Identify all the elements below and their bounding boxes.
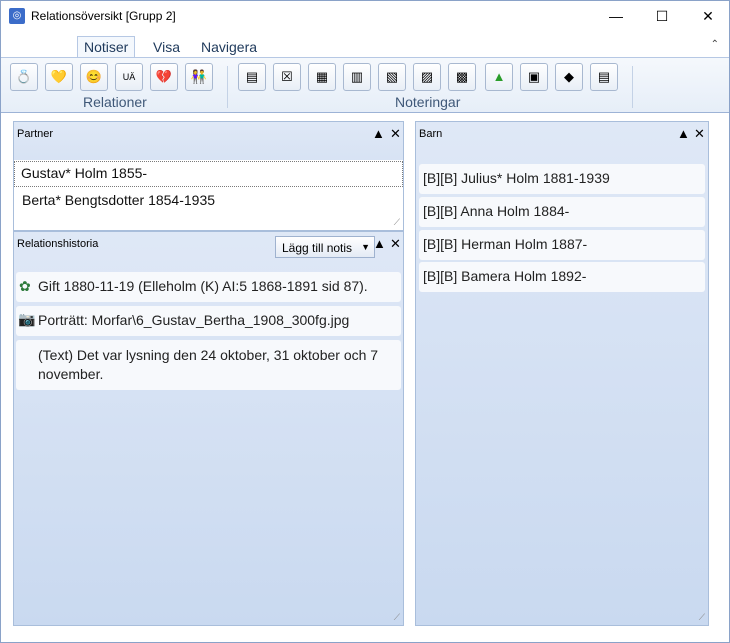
tab-navigera[interactable]: Navigera — [195, 37, 263, 57]
partner-row[interactable]: Berta* Bengtsdotter 1854-1935 — [16, 189, 405, 211]
close-pane-icon[interactable]: ✕ — [694, 126, 705, 142]
warning-icon[interactable]: ▲ — [485, 63, 513, 91]
marriage-icon: ✿ — [19, 278, 31, 294]
broken-heart-icon[interactable]: 💔 — [150, 63, 178, 91]
history-entry-text-note[interactable]: (Text) Det var lysning den 24 oktober, 3… — [16, 340, 401, 390]
child-row[interactable]: [B][B] Julius* Holm 1881-1939 — [419, 164, 705, 194]
ribbon-collapse-icon[interactable]: ⌃ — [711, 39, 719, 50]
close-pane-icon[interactable]: ✕ — [390, 126, 401, 142]
window-title: Relationsöversikt [Grupp 2] — [31, 9, 176, 23]
add-note-button[interactable]: Lägg till notis ▼ — [275, 236, 375, 258]
couple-icon[interactable]: 👫 — [185, 63, 213, 91]
note-lines-icon[interactable]: ▥ — [343, 63, 371, 91]
note-picture-icon[interactable]: ▨ — [413, 63, 441, 91]
history-entry-photo[interactable]: 📷 Porträtt: Morfar\6_Gustav_Bertha_1908_… — [16, 306, 401, 336]
dropdown-icon: ▼ — [361, 242, 370, 252]
child-row[interactable]: [B][B] Anna Holm 1884- — [419, 197, 705, 227]
group-noteringar-label: Noteringar — [395, 94, 461, 110]
child-row[interactable]: [B][B] Herman Holm 1887- — [419, 230, 705, 260]
ribbon-separator — [632, 66, 633, 108]
collapse-up-icon[interactable]: ▲ — [677, 126, 690, 141]
history-entry-text: Porträtt: Morfar\6_Gustav_Bertha_1908_30… — [38, 312, 350, 328]
partner-list: Gustav* Holm 1855- Berta* Bengtsdotter 1… — [14, 160, 403, 230]
close-button[interactable]: ✕ — [685, 1, 730, 31]
tab-notiser[interactable]: Notiser — [77, 36, 136, 58]
partner-pane: Partner ▲ ✕ Gustav* Holm 1855- Berta* Be… — [13, 121, 404, 231]
add-note-label: Lägg till notis — [282, 241, 353, 255]
note-image-icon[interactable]: ▧ — [378, 63, 406, 91]
camera-icon: 📷 — [18, 311, 36, 327]
collapse-up-icon[interactable]: ▲ — [373, 236, 386, 251]
maximize-button[interactable]: ☐ — [639, 1, 685, 31]
note-landscape-icon[interactable]: ▩ — [448, 63, 476, 91]
rings-icon[interactable]: 💍 — [10, 63, 38, 91]
history-entry-text: Gift 1880-11-19 (Elleholm (K) AI:5 1868-… — [38, 278, 368, 294]
resize-grip-icon[interactable]: ⟋ — [394, 217, 400, 228]
wedding-rings-icon[interactable]: 💛 — [45, 63, 73, 91]
ribbon-tabs: Notiser Visa Navigera ⌃ — [1, 31, 729, 58]
collapse-up-icon[interactable]: ▲ — [372, 126, 385, 141]
note-people-icon[interactable]: ◆ — [555, 63, 583, 91]
children-header: Barn — [419, 128, 443, 140]
history-entry-text: (Text) Det var lysning den 24 oktober, 3… — [38, 347, 379, 382]
ribbon: 💍 💛 😊 UÄ 💔 👫 Relationer ▤ ☒ ▦ ▥ ▧ ▨ ▩ ▲ … — [1, 57, 729, 113]
resize-grip-icon[interactable]: ⟋ — [699, 612, 705, 623]
partner-row[interactable]: Gustav* Holm 1855- — [14, 161, 403, 187]
title-bar: ◎ Relationsöversikt [Grupp 2] — ☐ ✕ — [1, 1, 729, 31]
minimize-button[interactable]: — — [593, 1, 639, 31]
ribbon-separator — [227, 66, 228, 108]
note-flag-icon[interactable]: ▣ — [520, 63, 548, 91]
tab-visa[interactable]: Visa — [147, 37, 186, 57]
partner-header: Partner — [17, 128, 54, 140]
note-page-icon[interactable]: ▦ — [308, 63, 336, 91]
child-row[interactable]: [B][B] Bamera Holm 1892- — [419, 262, 705, 292]
ua-button[interactable]: UÄ — [115, 63, 143, 91]
close-pane-icon[interactable]: ✕ — [390, 236, 401, 252]
note-document-icon[interactable]: ▤ — [238, 63, 266, 91]
resize-grip-icon[interactable]: ⟋ — [394, 612, 400, 623]
app-icon: ◎ — [9, 8, 25, 24]
note-card-icon[interactable]: ▤ — [590, 63, 618, 91]
history-pane: Relationshistoria Lägg till notis ▼ ▲ ✕ … — [13, 231, 404, 626]
group-relationer-label: Relationer — [83, 94, 147, 110]
app-window: ◎ Relationsöversikt [Grupp 2] — ☐ ✕ Noti… — [0, 0, 730, 643]
heart-face-icon[interactable]: 😊 — [80, 63, 108, 91]
history-entry-marriage[interactable]: ✿ Gift 1880-11-19 (Elleholm (K) AI:5 186… — [16, 272, 401, 302]
note-x-icon[interactable]: ☒ — [273, 63, 301, 91]
children-pane: Barn ▲ ✕ [B][B] Julius* Holm 1881-1939 [… — [415, 121, 709, 626]
